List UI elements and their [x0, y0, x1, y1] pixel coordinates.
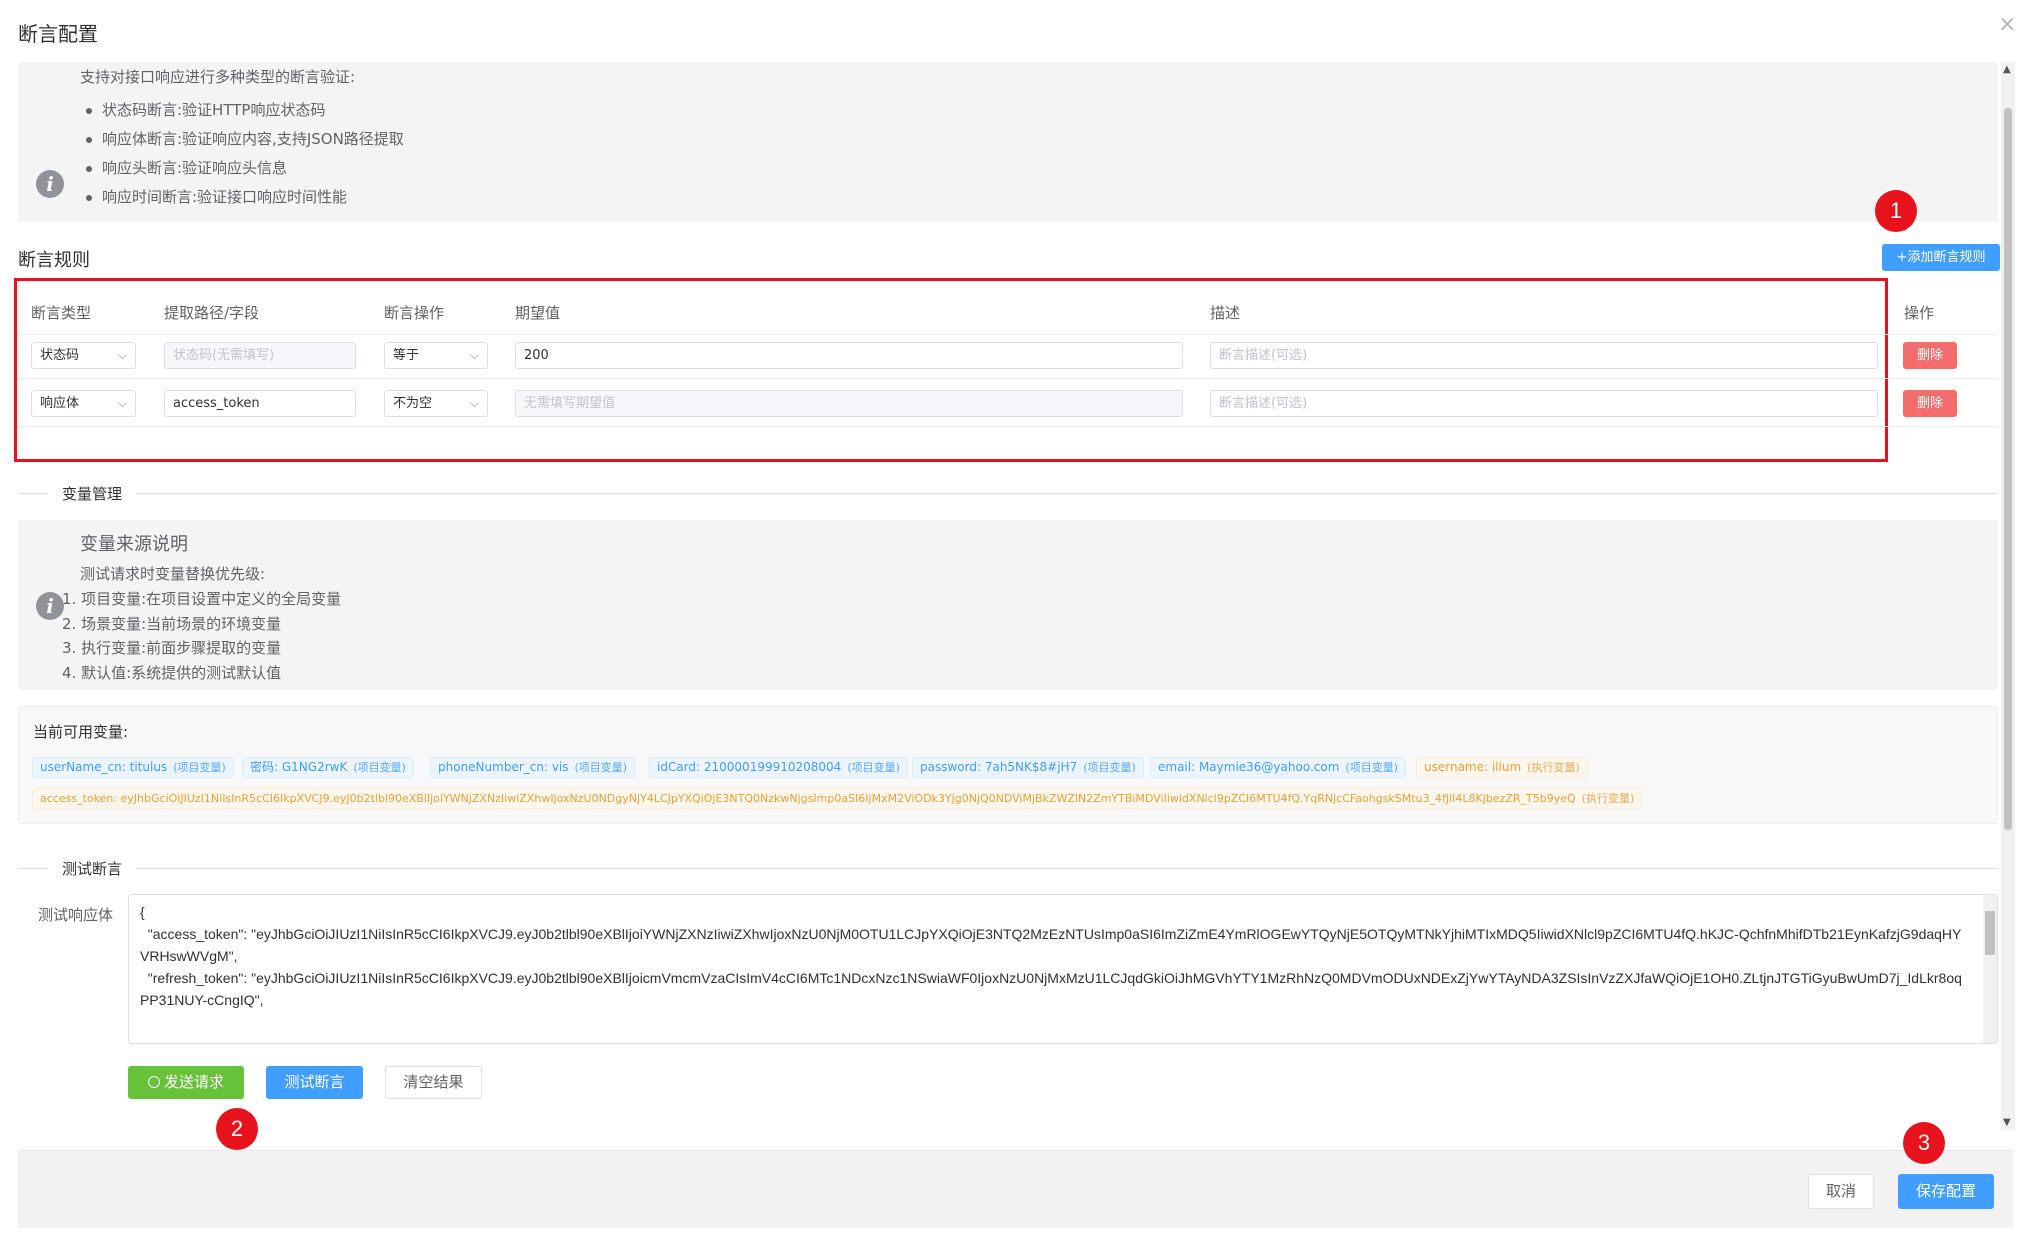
list-item: 3. 执行变量:前面步骤提取的变量 — [62, 639, 282, 657]
variable-tag[interactable]: userName_cn: titulus (项目变量) — [32, 757, 234, 778]
path-input[interactable]: access_token — [164, 390, 356, 417]
list-item: 1. 项目变量:在项目设置中定义的全局变量 — [62, 590, 342, 608]
type-select[interactable]: 状态码 ⌵ — [31, 342, 136, 369]
variable-tag[interactable]: access_token: eyJhbGciOiJIUzI1NiIsInR5cC… — [32, 788, 1643, 809]
desc-input[interactable]: 断言描述(可选) — [1210, 342, 1878, 369]
chevron-down-icon: ⌵ — [117, 348, 127, 362]
send-request-button[interactable]: 发送请求 — [128, 1066, 244, 1099]
source-list: 1. 项目变量:在项目设置中定义的全局变量 2. 场景变量:当前场景的环境变量 … — [62, 587, 341, 685]
select-value: 不为空 — [393, 396, 433, 411]
variables-divider — [18, 493, 1998, 494]
scroll-thumb[interactable] — [1985, 911, 1995, 955]
list-item: 2. 场景变量:当前场景的环境变量 — [62, 614, 282, 633]
annotation-badge: 2 — [216, 1108, 258, 1150]
response-body-label: 测试响应体 — [38, 906, 114, 924]
expected-input[interactable]: 200 — [515, 342, 1183, 369]
dialog-footer — [18, 1150, 2013, 1228]
available-title: 当前可用变量: — [33, 723, 129, 741]
list-item: 响应头断言:验证响应头信息 — [80, 154, 404, 183]
assertion-config-dialog: 断言配置 × i 支持对接口响应进行多种类型的断言验证: 状态码断言:验证HTT… — [0, 0, 2035, 1248]
clear-results-button[interactable]: 清空结果 — [385, 1066, 482, 1099]
available-variables: 当前可用变量: userName_cn: titulus (项目变量) 密码: G… — [18, 706, 1998, 824]
textarea-scrollbar[interactable] — [1983, 895, 1997, 1043]
select-value: 状态码 — [40, 348, 80, 363]
select-value: 等于 — [393, 348, 420, 363]
variable-tag[interactable]: idCard: 210000199910208004 (项目变量) — [649, 757, 908, 778]
variable-tag[interactable]: 密码: G1NG2rwK (项目变量) — [242, 757, 414, 778]
delete-button[interactable]: 删除 — [1903, 390, 1957, 417]
highlight-box — [14, 278, 1888, 462]
send-icon — [147, 1076, 160, 1088]
variables-divider-label: 变量管理 — [48, 483, 137, 504]
source-desc: 测试请求时变量替换优先级: — [80, 565, 266, 583]
list-item: 状态码断言:验证HTTP响应状态码 — [80, 96, 404, 125]
annotation-badge: 1 — [1875, 190, 1917, 232]
info-icon: i — [36, 592, 64, 620]
info-list: 状态码断言:验证HTTP响应状态码 响应体断言:验证响应内容,支持JSON路径提… — [80, 96, 404, 212]
op-select[interactable]: 等于 ⌵ — [384, 342, 488, 369]
chevron-down-icon: ⌵ — [469, 348, 479, 362]
cancel-button[interactable]: 取消 — [1808, 1174, 1874, 1209]
chevron-down-icon: ⌵ — [469, 396, 479, 410]
rules-section-title: 断言规则 — [18, 250, 90, 271]
scroll-up-icon[interactable]: ▲ — [2003, 64, 2011, 75]
chevron-down-icon: ⌵ — [117, 396, 127, 410]
info-heading: 支持对接口响应进行多种类型的断言验证: — [80, 68, 356, 86]
response-body-textarea[interactable]: { "access_token": "eyJhbGciOiJIUzI1NiIsI… — [128, 894, 1998, 1044]
variable-tag[interactable]: username: illum (执行变量) — [1416, 757, 1588, 778]
info-icon: i — [36, 170, 64, 198]
type-select[interactable]: 响应体 ⌵ — [31, 390, 136, 417]
annotation-badge: 3 — [1903, 1122, 1945, 1164]
add-rule-button[interactable]: +添加断言规则 — [1882, 244, 2000, 271]
op-select[interactable]: 不为空 ⌵ — [384, 390, 488, 417]
header-path: 提取路径/字段 — [164, 304, 260, 322]
variable-tag[interactable]: email: Maymie36@yahoo.com (项目变量) — [1150, 757, 1407, 778]
table-header-line — [18, 334, 1998, 335]
select-value: 响应体 — [40, 396, 80, 411]
desc-input[interactable]: 断言描述(可选) — [1210, 390, 1878, 417]
assertion-info-alert: i 支持对接口响应进行多种类型的断言验证: 状态码断言:验证HTTP响应状态码 … — [18, 62, 1998, 222]
variable-tag[interactable]: password: 7ah5NK$8#jH7 (项目变量) — [912, 757, 1144, 778]
save-config-button[interactable]: 保存配置 — [1898, 1174, 1994, 1209]
header-desc: 描述 — [1210, 304, 1241, 322]
delete-button[interactable]: 删除 — [1903, 342, 1957, 369]
variable-tag[interactable]: phoneNumber_cn: vis (项目变量) — [430, 757, 636, 778]
dialog-title: 断言配置 — [18, 22, 98, 46]
path-input[interactable]: 状态码(无需填写) — [164, 342, 356, 369]
list-item: 响应时间断言:验证接口响应时间性能 — [80, 183, 404, 212]
list-item: 4. 默认值:系统提供的测试默认值 — [62, 663, 282, 682]
list-item: 响应体断言:验证响应内容,支持JSON路径提取 — [80, 125, 404, 154]
scroll-down-icon[interactable]: ▼ — [2003, 1117, 2011, 1128]
test-assertion-button[interactable]: 测试断言 — [266, 1066, 363, 1099]
response-body-text: { "access_token": "eyJhbGciOiJIUzI1NiIsI… — [140, 904, 1962, 1008]
dialog-scrollbar[interactable]: ▲ ▼ — [2001, 62, 2015, 1130]
header-action: 操作 — [1904, 304, 1935, 322]
scroll-thumb[interactable] — [2004, 108, 2012, 830]
header-type: 断言类型 — [31, 304, 92, 322]
variable-source-alert: i 变量来源说明 测试请求时变量替换优先级: 1. 项目变量:在项目设置中定义的… — [18, 520, 1998, 690]
header-op: 断言操作 — [384, 304, 445, 322]
test-divider — [18, 868, 1998, 869]
table-row-line — [18, 378, 1998, 379]
table-row-line — [18, 426, 1998, 427]
close-icon[interactable]: × — [1998, 12, 2016, 37]
source-title: 变量来源说明 — [80, 534, 188, 555]
header-expected: 期望值 — [515, 304, 561, 322]
test-divider-label: 测试断言 — [48, 858, 137, 879]
expected-input[interactable]: 无需填写期望值 — [515, 390, 1183, 417]
